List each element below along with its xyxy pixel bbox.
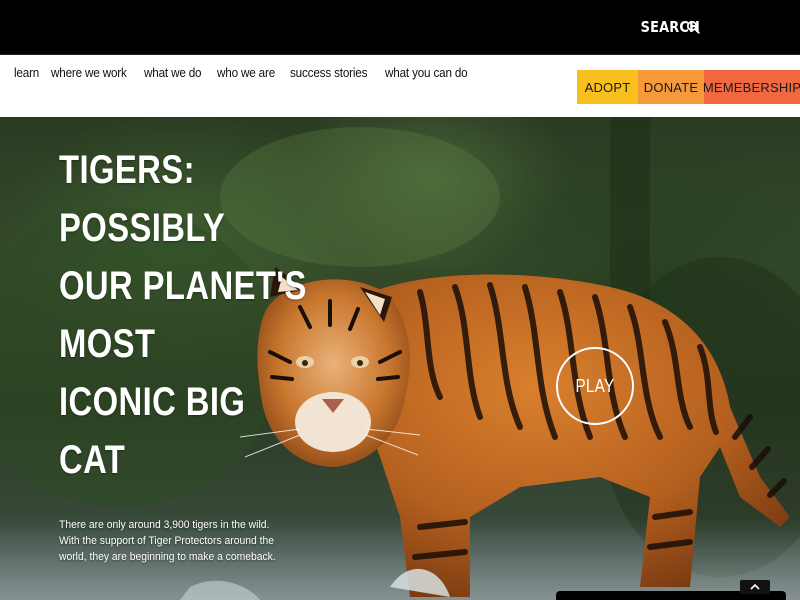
headline-line: TIGERS: [59,148,195,192]
top-bar: SEARCH [0,0,800,55]
nav-link-what-we-do[interactable]: what we do [144,65,202,80]
headline-line: POSSIBLY [59,206,226,250]
nav-link-success-stories[interactable]: success stories [290,65,367,80]
nav-link-learn[interactable]: learn [14,65,39,80]
donate-button[interactable]: DONATE [638,70,704,104]
headline-line: CAT [59,438,126,482]
nav-link-who-we-are[interactable]: who we are [217,65,275,80]
nav-link-what-you-can-do[interactable]: what you can do [385,65,468,80]
chevron-up-icon [750,584,760,590]
main-navigation: learn where we work what we do who we ar… [0,55,800,117]
hero-headline: TIGERS: POSSIBLY OUR PLANET'S MOST ICONI… [59,141,307,489]
nav-links: learn where we work what we do who we ar… [14,65,471,80]
adopt-button[interactable]: ADOPT [577,70,638,104]
headline-line: ICONIC BIG [59,380,246,424]
back-to-top-button[interactable] [740,580,770,594]
headline-line: OUR PLANET'S [59,264,307,308]
hero-banner: TIGERS: POSSIBLY OUR PLANET'S MOST ICONI… [0,117,800,600]
nav-link-where-we-work[interactable]: where we work [51,65,127,80]
hero-subtext: There are only around 3,900 tigers in th… [59,519,276,563]
play-video-button[interactable]: PLAY [556,347,634,425]
search-icon[interactable] [686,20,700,34]
cta-buttons: ADOPT DONATE MEMEBERSHIP [577,70,800,104]
headline-line: MOST [59,322,156,366]
play-label: PLAY [575,375,615,396]
membership-button[interactable]: MEMEBERSHIP [703,70,800,104]
